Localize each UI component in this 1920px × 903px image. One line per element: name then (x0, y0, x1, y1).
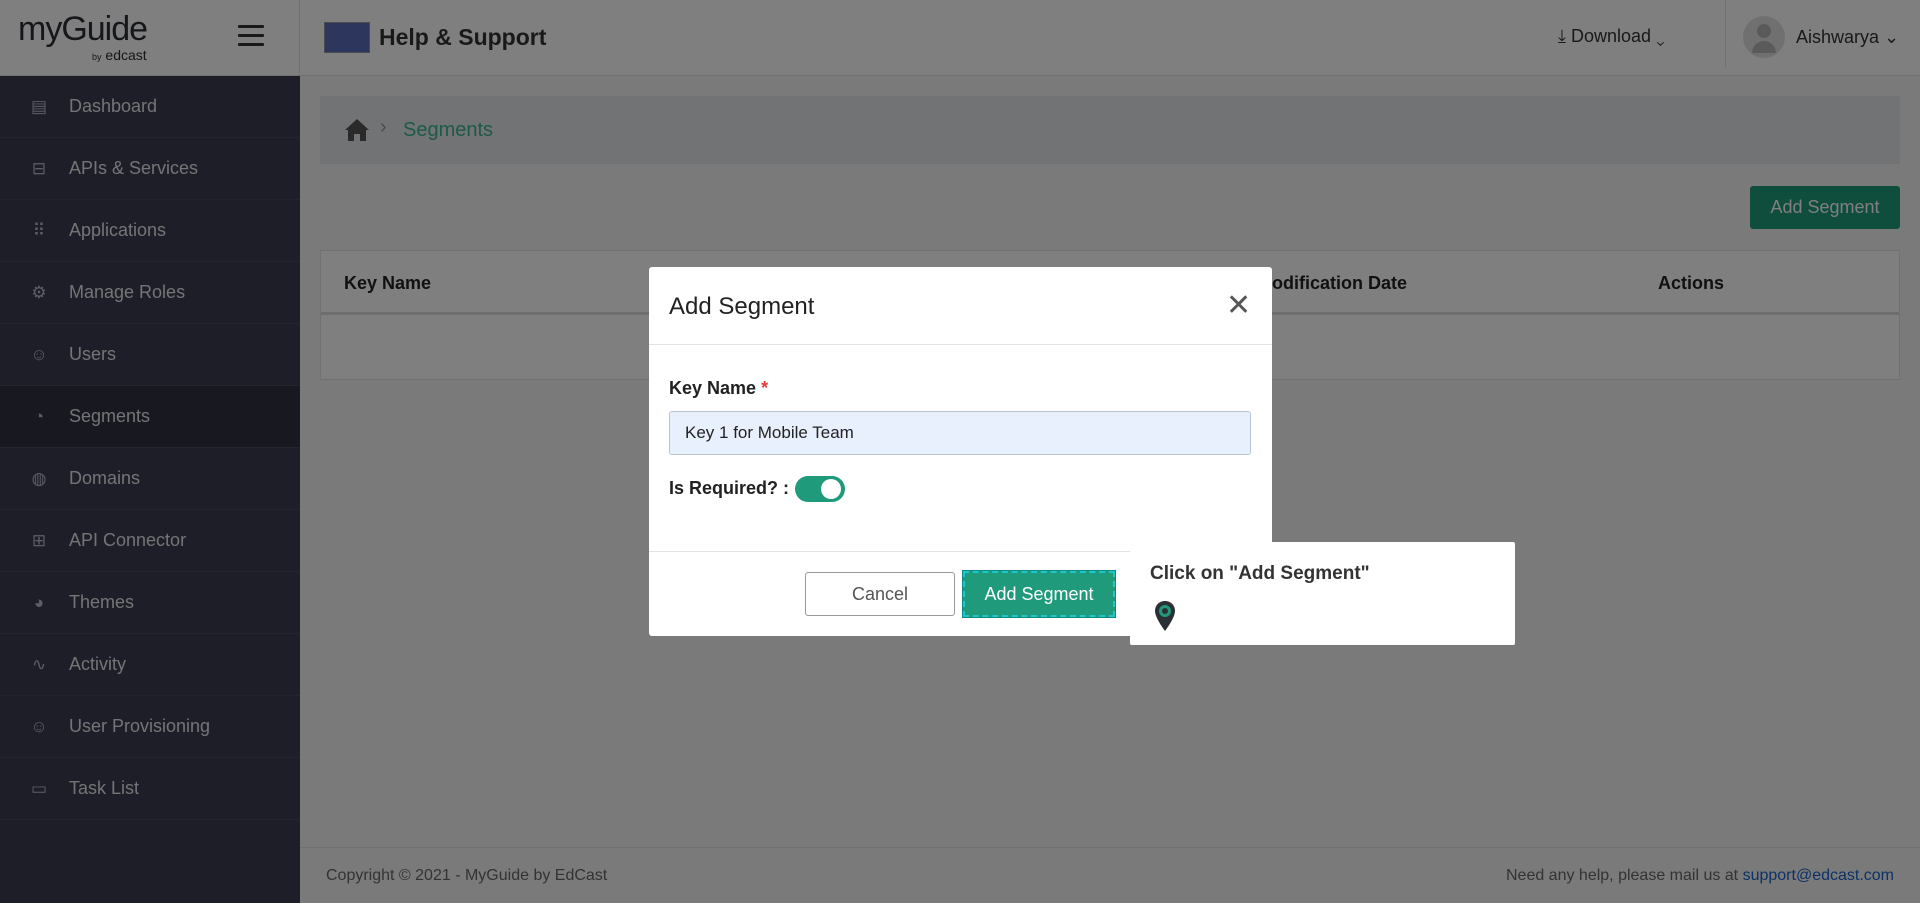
myguide-pin-icon[interactable] (1154, 600, 1176, 632)
is-required-toggle[interactable] (795, 476, 845, 502)
cancel-button[interactable]: Cancel (805, 572, 955, 616)
toggle-knob (821, 479, 841, 499)
close-icon[interactable]: ✕ (1226, 291, 1251, 321)
key-name-input[interactable] (669, 411, 1251, 455)
is-required-label: Is Required? : (669, 478, 790, 498)
submit-add-segment-button[interactable]: Add Segment (962, 570, 1116, 618)
required-asterisk: * (761, 378, 769, 398)
divider (649, 344, 1272, 345)
modal-title: Add Segment (669, 293, 815, 320)
guide-tooltip: Click on "Add Segment" (1120, 542, 1515, 645)
key-name-label-text: Key Name (669, 378, 757, 398)
key-name-label: Key Name * (669, 378, 768, 399)
tooltip-text: Click on "Add Segment" (1150, 563, 1370, 584)
